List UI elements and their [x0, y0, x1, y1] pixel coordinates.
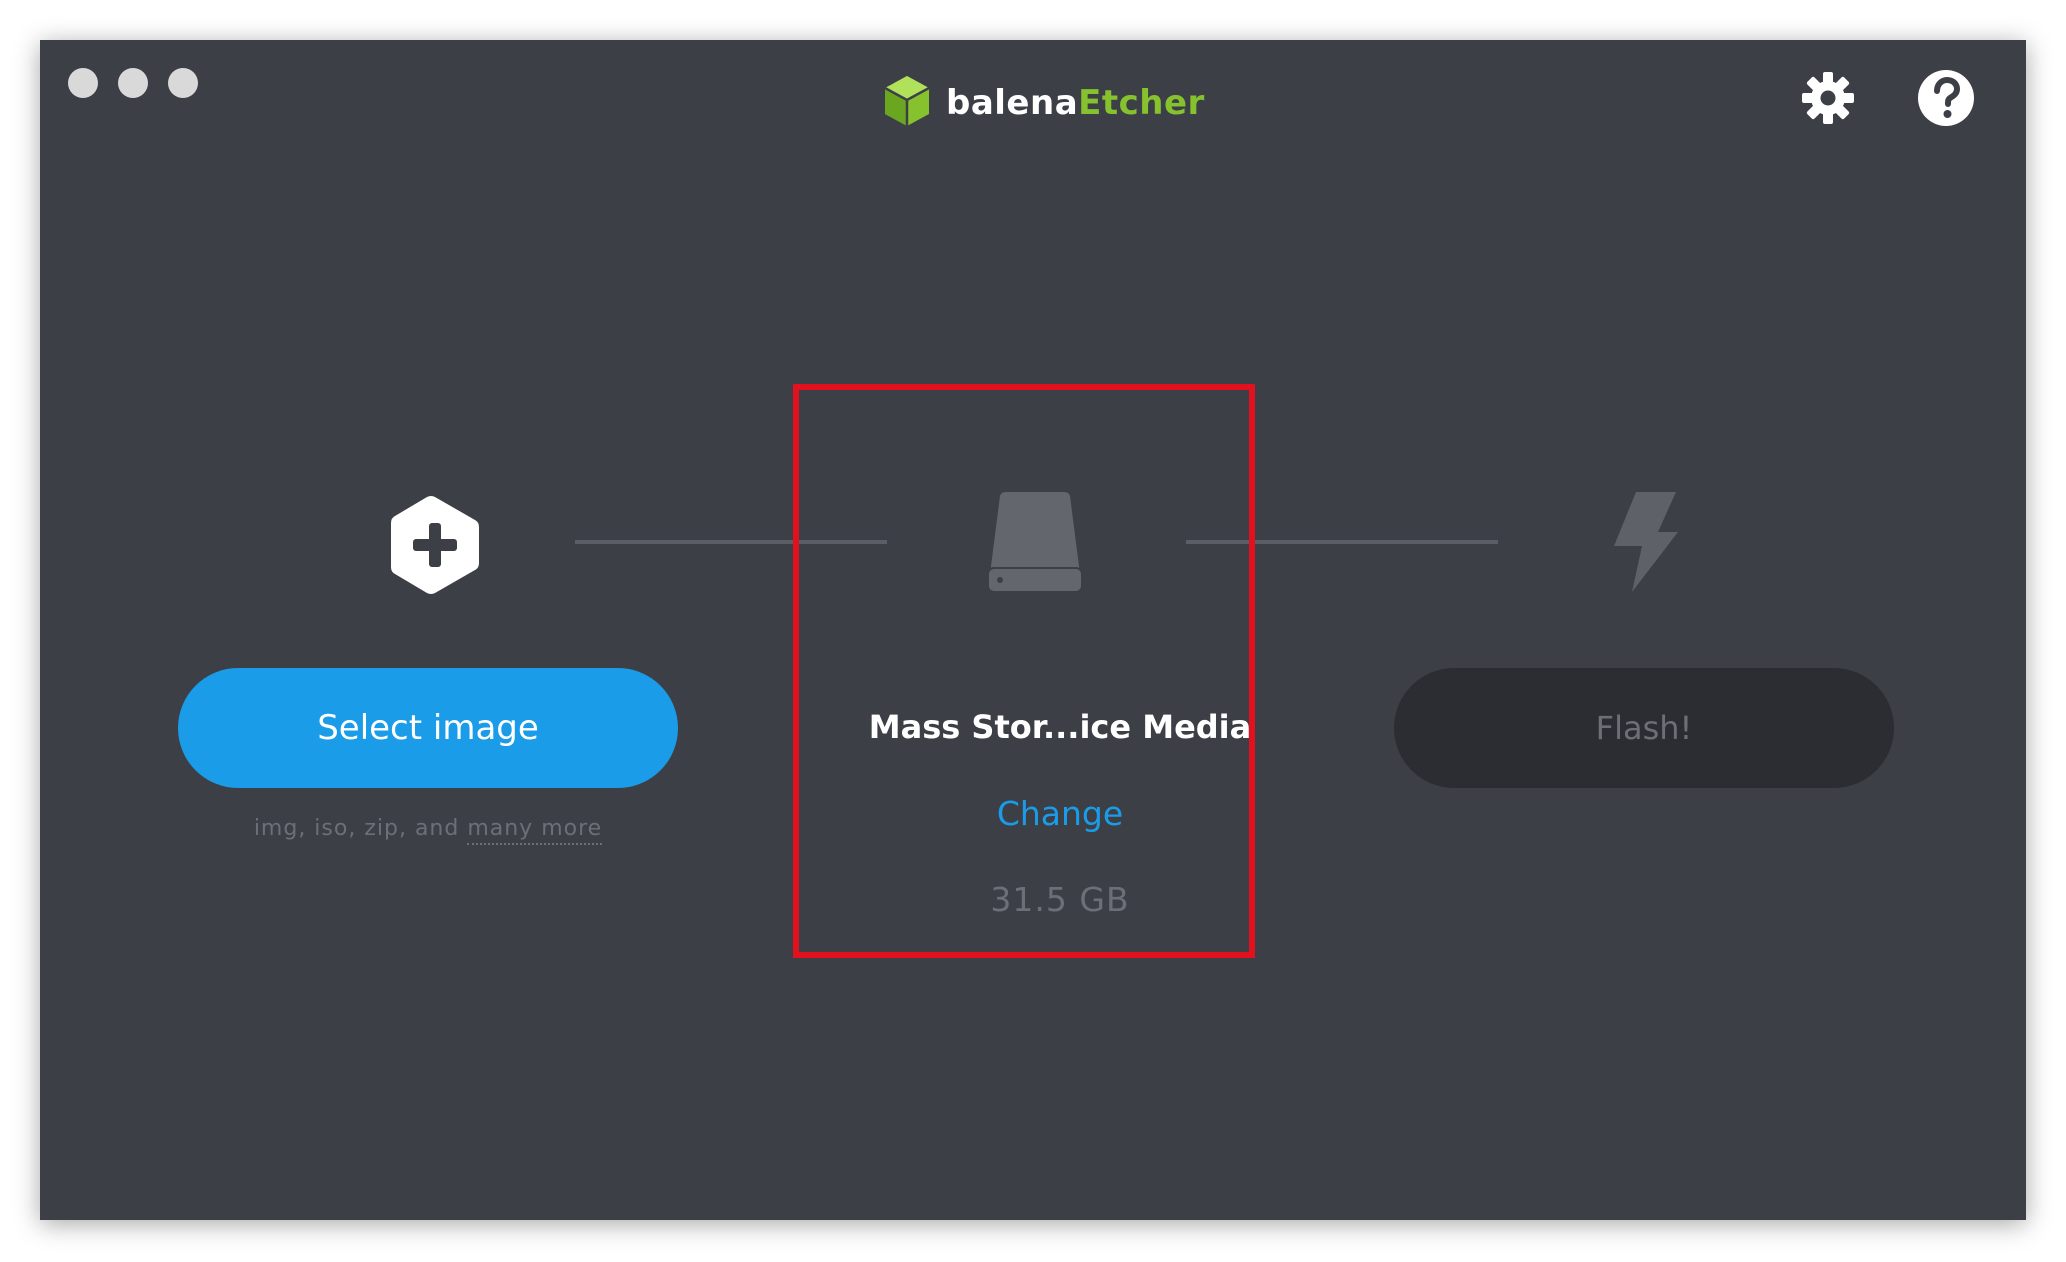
cube-icon: [882, 74, 932, 132]
supported-formats-hint: img, iso, zip, and many more: [178, 816, 678, 845]
app-name-part2: Etcher: [1078, 83, 1205, 123]
drive-icon: [980, 487, 1090, 597]
minimize-window-button[interactable]: [118, 68, 148, 98]
app-logo: balenaEtcher: [882, 74, 1205, 132]
help-button[interactable]: [1914, 68, 1978, 132]
window-controls: [68, 68, 198, 98]
step-connector-2: [1186, 540, 1498, 544]
app-name: balenaEtcher: [946, 83, 1205, 123]
drive-name: Mass Stor...ice Media: [868, 708, 1252, 746]
flash-button[interactable]: Flash!: [1394, 668, 1894, 788]
lightning-icon: [1600, 487, 1690, 597]
many-more-link[interactable]: many more: [467, 816, 603, 845]
select-image-button[interactable]: Select image: [178, 668, 678, 788]
gear-icon: [1800, 70, 1856, 130]
settings-button[interactable]: [1796, 68, 1860, 132]
close-window-button[interactable]: [68, 68, 98, 98]
drive-size: 31.5 GB: [990, 880, 1130, 919]
change-drive-link[interactable]: Change: [920, 794, 1200, 833]
drive-selection-highlight: [793, 384, 1255, 958]
formats-text: img, iso, zip, and: [253, 816, 468, 841]
maximize-window-button[interactable]: [168, 68, 198, 98]
etcher-window: balenaEtcher Select image img, iso, zip,…: [40, 40, 2026, 1220]
app-name-part1: balena: [946, 83, 1079, 123]
plus-hexagon-icon[interactable]: [380, 490, 490, 600]
help-icon: [1916, 68, 1976, 132]
step-connector-1: [575, 540, 887, 544]
